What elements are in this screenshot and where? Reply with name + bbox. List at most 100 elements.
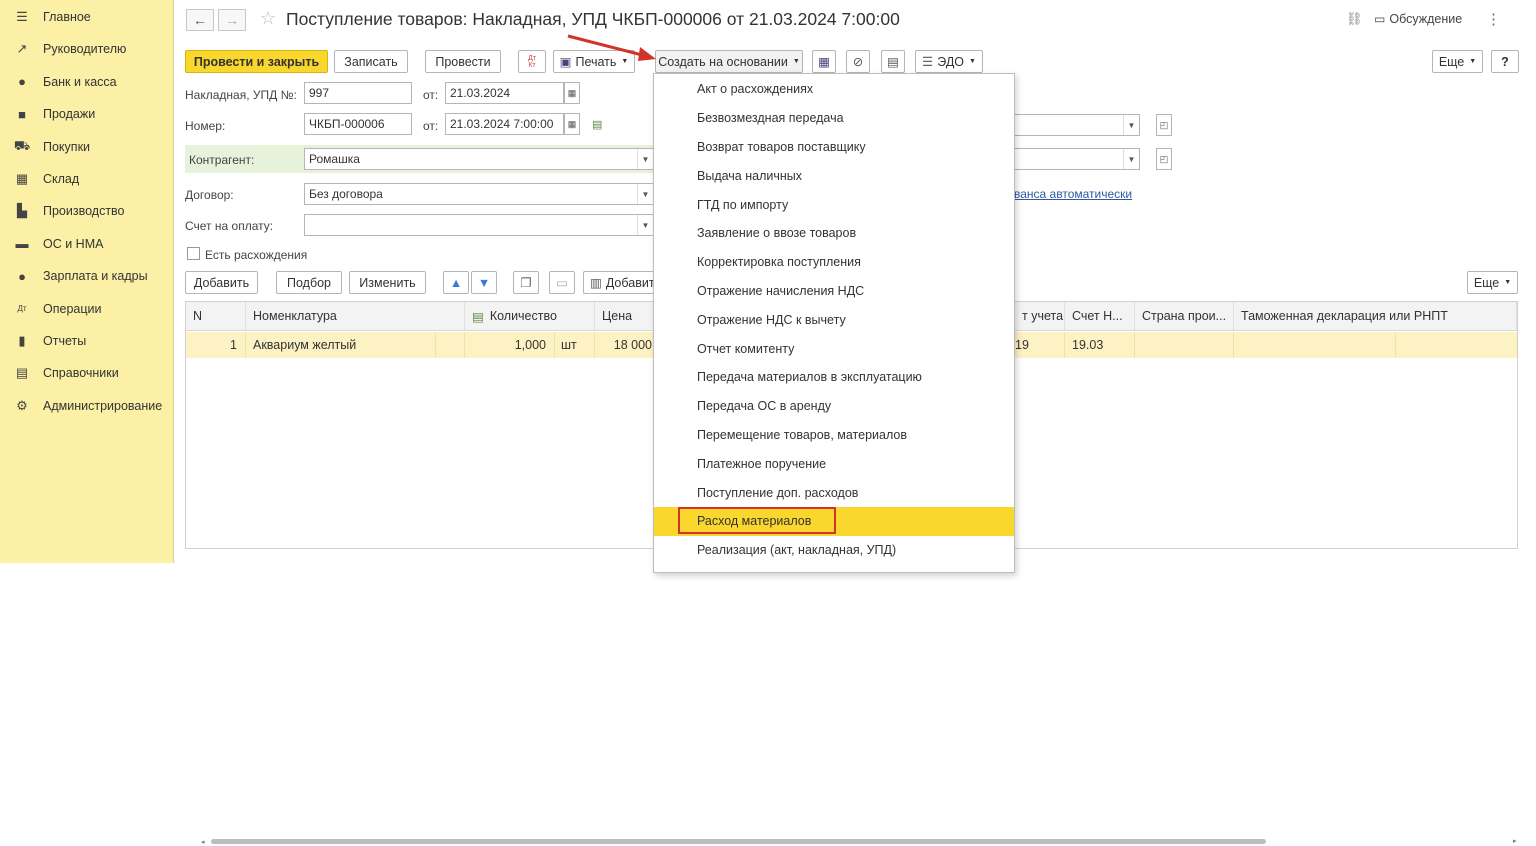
number-field[interactable]: ЧКБП-000006: [304, 113, 412, 135]
menu-item[interactable]: Передача ОС в аренду: [654, 392, 1014, 421]
menu-item[interactable]: Платежное поручение: [654, 449, 1014, 478]
pick-button[interactable]: Подбор: [276, 271, 342, 294]
menu-item[interactable]: Перемещение товаров, материалов: [654, 421, 1014, 450]
more-vertical-icon[interactable]: ⋮: [1486, 10, 1501, 28]
number-date-field[interactable]: 21.03.2024 7:00:00: [445, 113, 564, 135]
menu-item[interactable]: Акт о расхождениях: [654, 75, 1014, 104]
copy-icon[interactable]: ❐: [513, 271, 539, 294]
edit-document-icon[interactable]: ▤: [592, 118, 602, 131]
sidebar-item-4[interactable]: ⛟ Покупки: [0, 133, 174, 161]
post-and-close-button[interactable]: Провести и закрыть: [185, 50, 328, 73]
menu-item[interactable]: ГТД по импорту: [654, 190, 1014, 219]
scroll-right-icon[interactable]: ▸: [1513, 837, 1517, 845]
chevron-down-icon[interactable]: ▼: [637, 184, 653, 204]
row-vat-account: 19.03: [1065, 332, 1135, 358]
paste-icon[interactable]: ▭: [549, 271, 575, 294]
scroll-left-icon[interactable]: ◂: [201, 839, 207, 846]
horizontal-scrollbar[interactable]: ◂ ▸: [201, 837, 1526, 846]
open-icon[interactable]: ◰: [1156, 148, 1172, 170]
chevron-down-icon[interactable]: ▼: [1123, 149, 1139, 169]
chevron-down-icon[interactable]: ▼: [637, 149, 653, 169]
edo-button[interactable]: ☰ ЭДО ▼: [915, 50, 983, 73]
row-unit: шт: [555, 332, 595, 358]
col-nomenclature[interactable]: Номенклатура: [246, 302, 465, 331]
col-customs[interactable]: Таможенная декларация или РНПТ: [1234, 302, 1517, 331]
create-based-on-button[interactable]: Создать на основании ▼: [655, 50, 803, 73]
paperclip-icon[interactable]: ⊘: [846, 50, 870, 73]
open-icon[interactable]: ◰: [1156, 114, 1172, 136]
menu-item[interactable]: Выдача наличных: [654, 161, 1014, 190]
payment-field[interactable]: ▼: [304, 214, 654, 236]
calendar-icon[interactable]: ▦: [564, 82, 580, 104]
back-button[interactable]: ←: [186, 9, 214, 31]
star-icon[interactable]: ☆: [260, 8, 276, 29]
sidebar-item-9[interactable]: Дт Операции: [0, 295, 174, 323]
menu-item[interactable]: Передача материалов в эксплуатацию: [654, 363, 1014, 392]
more-label: Еще: [1438, 54, 1465, 69]
menu-item[interactable]: Отражение начисления НДС: [654, 277, 1014, 306]
contragent-field[interactable]: Ромашка ▼: [304, 148, 654, 170]
chevron-down-icon[interactable]: ▼: [1123, 115, 1139, 135]
calendar-icon[interactable]: ▦: [564, 113, 580, 135]
sidebar-item-7[interactable]: ▬ ОС и НМА: [0, 230, 174, 258]
sidebar-item-10[interactable]: ▮ Отчеты: [0, 327, 174, 355]
col-country[interactable]: Страна прои...: [1135, 302, 1234, 331]
menu-item[interactable]: Безвозмездная передача: [654, 104, 1014, 133]
sidebar-item-12[interactable]: ⚙ Администрирование: [0, 392, 174, 420]
post-button[interactable]: Провести: [425, 50, 501, 73]
from-label: от:: [423, 88, 439, 102]
sidebar-item-3[interactable]: ■ Продажи: [0, 100, 174, 128]
truck-icon: ▬: [15, 236, 29, 252]
organization-field[interactable]: ▼: [1012, 114, 1140, 136]
arrow-down-icon[interactable]: ▼: [471, 271, 497, 294]
contract-field[interactable]: Без договора ▼: [304, 183, 654, 205]
invoice-number-field[interactable]: 997: [304, 82, 412, 104]
discrepancy-checkbox[interactable]: [187, 247, 200, 260]
sidebar-item-label: Производство: [43, 204, 125, 219]
sidebar-item-label: Склад: [43, 172, 80, 186]
change-button[interactable]: Изменить: [349, 271, 426, 294]
save-button[interactable]: Записать: [334, 50, 408, 73]
menu-item[interactable]: Реализация (акт, накладная, УПД): [654, 536, 1014, 565]
sidebar-item-6[interactable]: ▙ Производство: [0, 197, 174, 225]
forward-button[interactable]: →: [218, 9, 246, 31]
sidebar-item-5[interactable]: ▦ Склад: [0, 165, 174, 193]
factory-icon: ▙: [17, 203, 27, 219]
advance-link[interactable]: ванса автоматически: [1014, 187, 1132, 201]
menu-item[interactable]: Корректировка поступления: [654, 248, 1014, 277]
chevron-down-icon[interactable]: ▼: [637, 215, 653, 235]
menu-item[interactable]: Отчет комитенту: [654, 334, 1014, 363]
add-barcode-button[interactable]: ▥ Добавит: [583, 271, 659, 294]
structure-icon[interactable]: ▦: [812, 50, 836, 73]
menu-item[interactable]: Заявление о ввозе товаров: [654, 219, 1014, 248]
sidebar-item-1[interactable]: ↗ Руководителю: [0, 35, 174, 63]
sidebar-item-0[interactable]: ☰ Главное: [0, 3, 174, 31]
col-vat-account[interactable]: Счет Н...: [1065, 302, 1135, 331]
col-account[interactable]: т учета: [1015, 302, 1065, 331]
menu-item[interactable]: Поступление доп. расходов: [654, 478, 1014, 507]
sidebar-item-11[interactable]: ▤ Справочники: [0, 359, 174, 387]
more-button[interactable]: Еще ▼: [1432, 50, 1483, 73]
discrepancy-label: Есть расхождения: [205, 248, 308, 262]
arrow-up-icon[interactable]: ▲: [443, 271, 469, 294]
document-icon[interactable]: ▤: [881, 50, 905, 73]
sidebar-item-label: Банк и касса: [43, 74, 117, 89]
col-n[interactable]: N: [186, 302, 246, 331]
row-name: Аквариум желтый: [246, 332, 436, 358]
warehouse-field[interactable]: ▼: [1012, 148, 1140, 170]
link-icon[interactable]: ⛓: [1346, 11, 1363, 27]
sidebar-item-2[interactable]: ● Банк и касса: [0, 68, 174, 96]
menu-item[interactable]: Возврат товаров поставщику: [654, 133, 1014, 162]
scrollbar-thumb[interactable]: [211, 839, 1266, 844]
add-button[interactable]: Добавить: [185, 271, 258, 294]
menu-item[interactable]: Отражение НДС к вычету: [654, 305, 1014, 334]
table-more-button[interactable]: Еще ▼: [1467, 271, 1518, 294]
selection-highlight-box: [678, 507, 836, 534]
invoice-date-field[interactable]: 21.03.2024: [445, 82, 564, 104]
sidebar-item-8[interactable]: ● Зарплата и кадры: [0, 262, 174, 290]
col-price[interactable]: Цена: [595, 302, 655, 331]
help-button[interactable]: ?: [1491, 50, 1519, 73]
discussion-button[interactable]: ▭ Обсуждение: [1374, 12, 1462, 26]
dtkt-icon[interactable]: Дт Кт: [518, 50, 546, 73]
col-quantity[interactable]: ▤ Количество: [465, 302, 595, 331]
